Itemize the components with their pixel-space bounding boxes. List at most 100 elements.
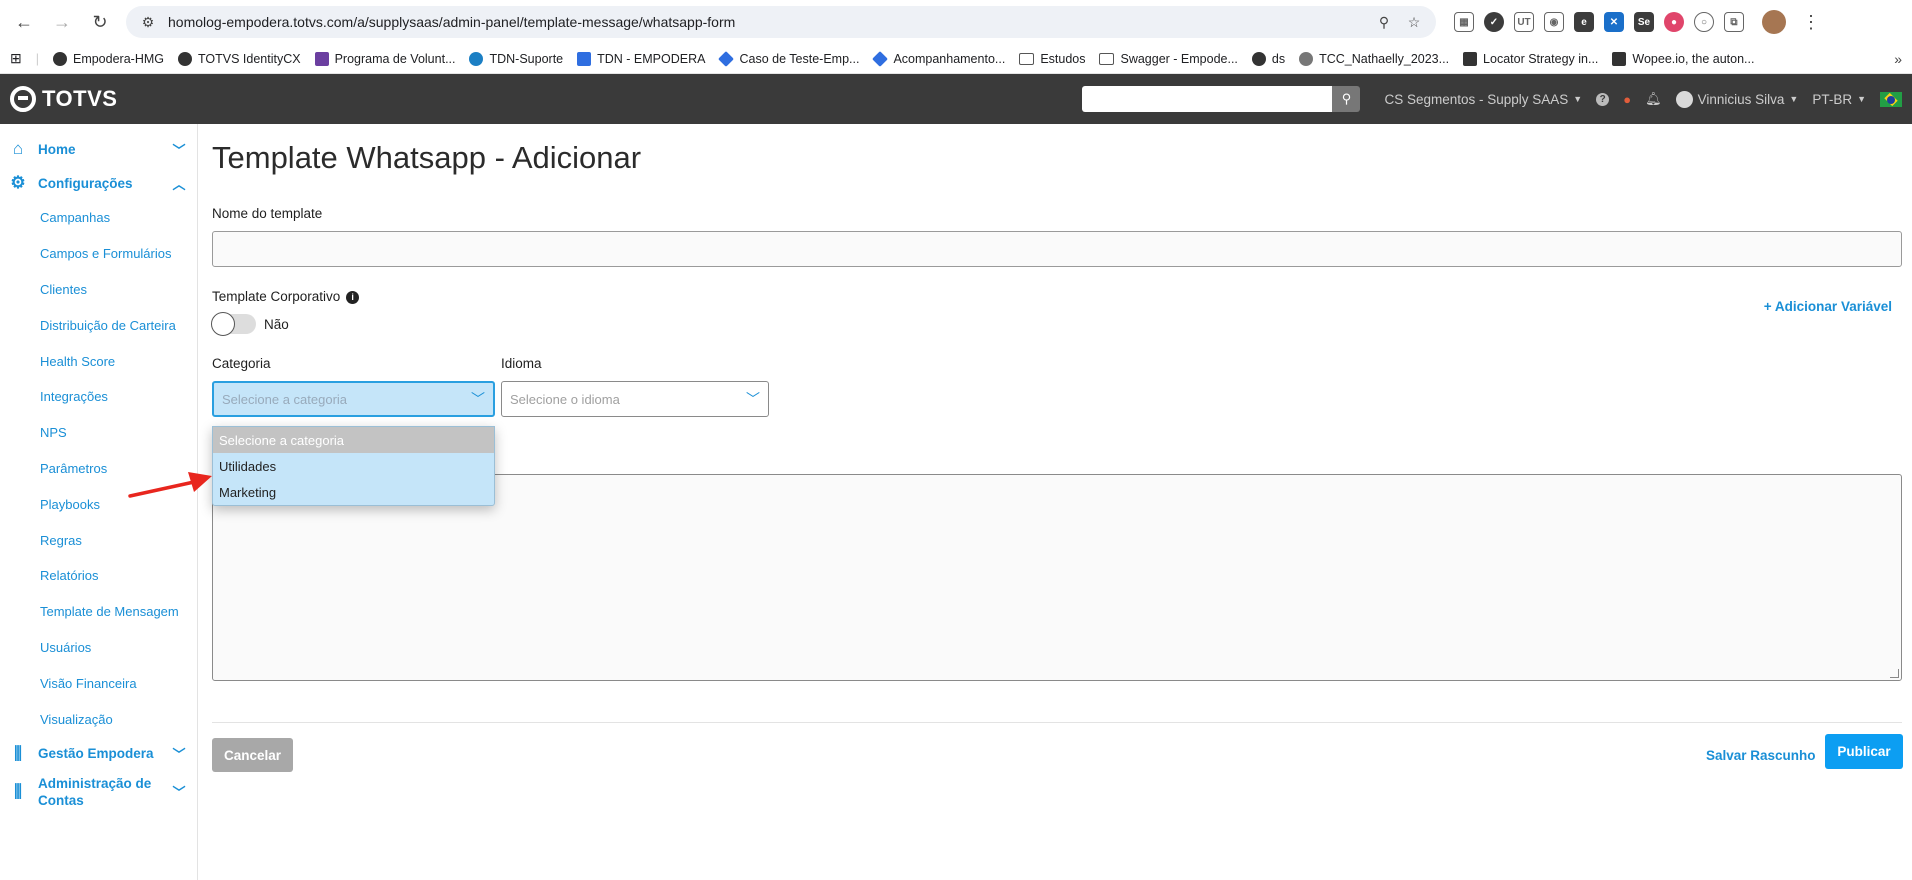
notification-bell-icon[interactable]: 🔔︎: [1645, 91, 1662, 107]
bookmark-item[interactable]: ds: [1251, 51, 1285, 66]
reload-icon[interactable]: ↻: [84, 6, 116, 38]
gear-icon: ⚙: [10, 173, 26, 192]
corporate-template-label: Template Corporativo i: [212, 289, 360, 304]
bookmark-item[interactable]: Caso de Teste-Emp...: [718, 50, 859, 67]
publish-button[interactable]: Publicar: [1825, 734, 1903, 769]
totvs-logo[interactable]: TOTVS: [10, 86, 117, 112]
bookmark-icon: [314, 51, 329, 66]
sidebar-subitem[interactable]: Campos e Formulários: [0, 236, 197, 272]
category-option-marketing[interactable]: Marketing: [213, 479, 494, 505]
bookmark-icon: [1463, 51, 1478, 66]
search-icon[interactable]: ⚲: [1332, 86, 1361, 112]
sidebar-subitem[interactable]: Distribuição de Carteira: [0, 307, 197, 343]
search-input[interactable]: [1082, 86, 1333, 112]
forward-icon[interactable]: →: [46, 6, 78, 38]
address-bar[interactable]: ⚙ homolog-empodera.totvs.com/a/supplysaa…: [126, 6, 1436, 38]
bookmark-item[interactable]: Programa de Volunt...: [314, 51, 455, 66]
template-name-label: Nome do template: [212, 206, 323, 221]
category-select[interactable]: Selecione a categoria ﹀: [212, 381, 495, 417]
sidebar-item-configuracoes[interactable]: ⚙ Configurações ︿: [0, 166, 197, 200]
sidebar-item-administracao[interactable]: ⫼ Administração de Contas ﹀: [0, 771, 197, 813]
e-extension-icon[interactable]: e: [1574, 12, 1594, 32]
category-label: Categoria: [212, 356, 271, 371]
profile-avatar[interactable]: [1762, 10, 1786, 34]
caret-down-icon: ▼: [1857, 94, 1866, 104]
bookmark-item[interactable]: Wopee.io, the auton...: [1612, 51, 1754, 66]
circle-extension-icon[interactable]: ○: [1694, 12, 1714, 32]
bookmark-folder[interactable]: Estudos: [1019, 52, 1085, 66]
back-icon[interactable]: ←: [8, 6, 40, 38]
cancel-button[interactable]: Cancelar: [212, 738, 293, 772]
sidebar-item-gestao[interactable]: ⫼ Gestão Empodera ﹀: [0, 737, 197, 771]
chevron-down-icon: ﹀: [746, 391, 760, 407]
qr-extension-icon[interactable]: ▦: [1454, 12, 1474, 32]
form-divider: [212, 722, 1902, 723]
sidebar-subitem[interactable]: Regras: [0, 522, 197, 558]
bookmark-icon: [1299, 51, 1314, 66]
sidebar-subitem[interactable]: NPS: [0, 415, 197, 451]
sidebar-subitem[interactable]: Integrações: [0, 379, 197, 415]
corporate-toggle[interactable]: [211, 312, 256, 336]
main-content: Template Whatsapp - Adicionar Nome do te…: [198, 124, 1912, 880]
save-draft-button[interactable]: Salvar Rascunho: [1706, 738, 1816, 772]
chevron-up-icon: ︿: [172, 176, 186, 192]
bookmark-icon: [52, 51, 67, 66]
totvs-logo-icon: [10, 86, 36, 112]
info-icon[interactable]: i: [346, 290, 360, 304]
bookmark-item[interactable]: TOTVS IdentityCX: [177, 51, 301, 66]
zoom-icon[interactable]: ⚲: [1374, 14, 1394, 31]
site-info-icon[interactable]: ⚙: [138, 14, 158, 31]
bookmark-folder[interactable]: Swagger - Empode...: [1099, 52, 1238, 66]
bookmark-item[interactable]: Acompanhamento...: [872, 50, 1005, 67]
sidebar-subitem[interactable]: Clientes: [0, 272, 197, 308]
check-extension-icon[interactable]: ✓: [1484, 12, 1504, 32]
sidebar-subitem[interactable]: Usuários: [0, 630, 197, 666]
user-status-icon[interactable]: ●: [1623, 92, 1631, 107]
camera-extension-icon[interactable]: ◉: [1544, 12, 1564, 32]
bookmark-star-icon[interactable]: ☆: [1404, 14, 1424, 31]
se-extension-icon[interactable]: Se: [1634, 12, 1654, 32]
bookmark-item[interactable]: TCC_Nathaelly_2023...: [1299, 51, 1449, 66]
bookmark-icon: [1251, 51, 1266, 66]
extensions-bar: ▦ ✓ UT ◉ e ✕ Se ● ○ ⧉ ⋮: [1454, 10, 1820, 34]
bookmark-item[interactable]: Locator Strategy in...: [1463, 51, 1598, 66]
help-icon[interactable]: ?: [1596, 92, 1610, 106]
sidebar-subitem[interactable]: Campanhas: [0, 200, 197, 236]
language-select[interactable]: Selecione o idioma ﹀: [501, 381, 769, 417]
sidebar-subitem[interactable]: Template de Mensagem: [0, 594, 197, 630]
apps-grid-icon[interactable]: ⊞: [10, 50, 22, 67]
puzzle-extension-icon[interactable]: ⧉: [1724, 12, 1744, 32]
template-name-input[interactable]: [212, 231, 1902, 267]
language-dropdown[interactable]: PT-BR ▼: [1812, 92, 1866, 107]
category-option-placeholder[interactable]: Selecione a categoria: [213, 427, 494, 453]
bookmark-icon: [577, 51, 592, 66]
url-text[interactable]: homolog-empodera.totvs.com/a/supplysaas/…: [168, 14, 1364, 30]
sidebar-subitem[interactable]: Visão Financeira: [0, 665, 197, 701]
toggle-value-label: Não: [264, 316, 289, 332]
sidebar-subitem[interactable]: Health Score: [0, 343, 197, 379]
browser-menu-icon[interactable]: ⋮: [1802, 12, 1820, 33]
chevron-down-icon: ﹀: [172, 785, 186, 801]
sidebar-subitem[interactable]: Relatórios: [0, 558, 197, 594]
category-option-utilidades[interactable]: Utilidades: [213, 453, 494, 479]
bookmark-icon: [718, 50, 735, 67]
folder-icon: [1099, 52, 1115, 65]
chevron-down-icon: ﹀: [172, 142, 186, 158]
sidebar-item-home[interactable]: ⌂ Home ﹀: [0, 132, 197, 166]
more-bookmarks-icon[interactable]: »: [1894, 51, 1902, 67]
bookmark-item[interactable]: TDN - EMPODERA: [577, 51, 705, 66]
user-menu[interactable]: Vinnicius Silva ▼: [1675, 90, 1798, 108]
add-variable-link[interactable]: + Adicionar Variável: [1764, 299, 1892, 314]
language-label: Idioma: [501, 356, 542, 371]
bookmark-item[interactable]: Empodera-HMG: [52, 51, 164, 66]
browser-toolbar: ← → ↻ ⚙ homolog-empodera.totvs.com/a/sup…: [0, 0, 1912, 44]
x-extension-icon[interactable]: ✕: [1604, 12, 1624, 32]
bookmarks-bar: ⊞ | Empodera-HMG TOTVS IdentityCX Progra…: [0, 44, 1912, 74]
sidebar-subitem[interactable]: Visualização: [0, 701, 197, 737]
brazil-flag-icon[interactable]: [1880, 91, 1902, 107]
bookmark-item[interactable]: TDN-Suporte: [469, 51, 563, 66]
ut-extension-icon[interactable]: UT: [1514, 12, 1534, 32]
bell-extension-icon[interactable]: ●: [1664, 12, 1684, 32]
segment-dropdown[interactable]: CS Segmentos - Supply SAAS ▼: [1384, 92, 1582, 107]
chevron-down-icon: ﹀: [172, 747, 186, 763]
